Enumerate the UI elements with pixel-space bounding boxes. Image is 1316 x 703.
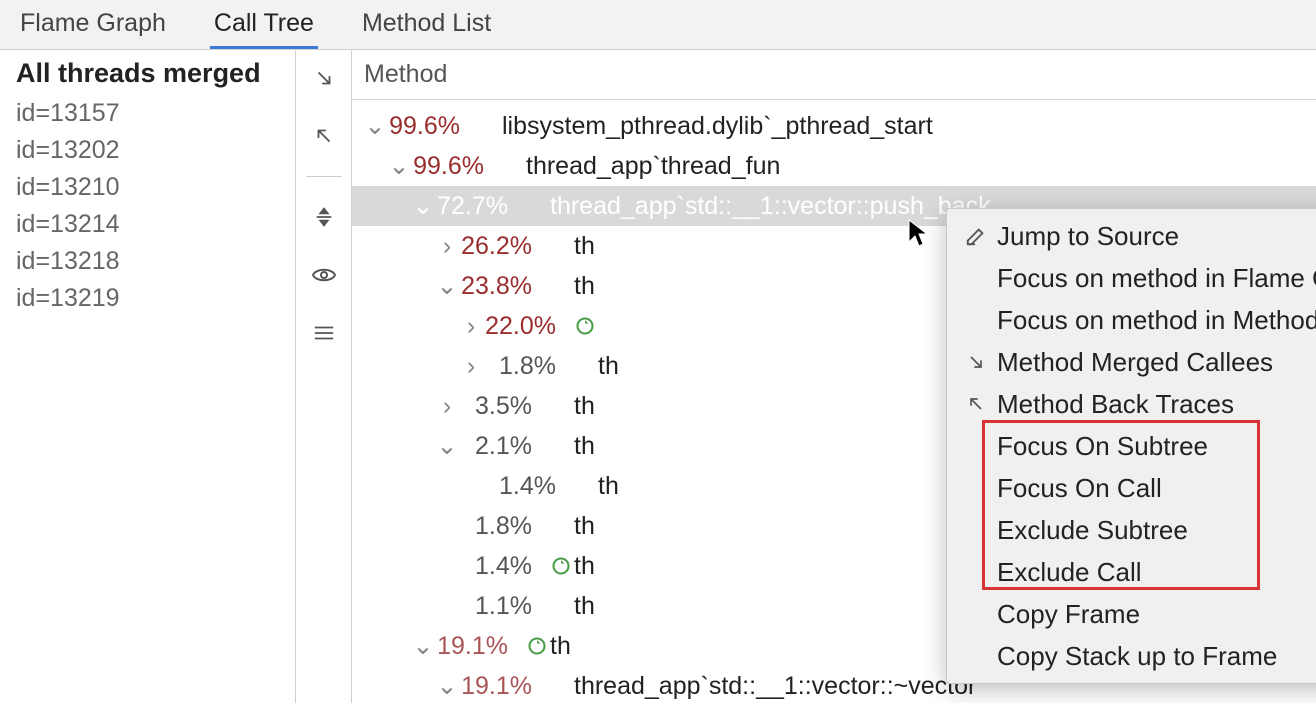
recursive-icon (524, 636, 550, 656)
menu-item-label: Method Back Traces (997, 389, 1316, 420)
method-name: thread_app`thread_fun (526, 152, 780, 181)
menu-focus-method-list[interactable]: Focus on method in Method List (947, 299, 1316, 341)
call-tree-area: Method ⌄99.6%libsystem_pthread.dylib`_pt… (352, 50, 1316, 703)
eye-icon[interactable] (306, 257, 342, 293)
collapse-vertical-icon[interactable] (306, 199, 342, 235)
menu-item-label: Exclude Subtree (997, 515, 1316, 546)
arrow-down-right-icon[interactable] (306, 60, 342, 96)
menu-copy-stack[interactable]: Copy Stack up to Frame (947, 635, 1316, 677)
thread-item[interactable]: id=13219 (16, 280, 295, 317)
chevron-right-icon[interactable]: › (460, 352, 482, 381)
arrow-up-left-icon[interactable] (306, 118, 342, 154)
menu-item-label: Exclude Call (997, 557, 1316, 588)
tree-row[interactable]: ⌄99.6% thread_app`thread_fun (352, 146, 1316, 186)
profiler-tabs: Flame Graph Call Tree Method List (0, 0, 1316, 50)
menu-item-label: Jump to Source (997, 221, 1316, 252)
percent-value: 1.1% (458, 592, 548, 621)
hamburger-icon[interactable] (306, 315, 342, 351)
edit-icon (961, 225, 991, 247)
method-name: th (574, 272, 595, 301)
menu-item-label: Method Merged Callees (997, 347, 1316, 378)
menu-exclude-call[interactable]: Exclude Call (947, 551, 1316, 593)
chevron-down-icon[interactable]: ⌄ (436, 431, 458, 461)
menu-item-label: Focus on method in Flame Graph (997, 263, 1316, 294)
percent-value: 2.1% (458, 432, 548, 461)
chevron-down-icon[interactable]: ⌄ (412, 631, 434, 661)
menu-jump-to-source[interactable]: Jump to Source ⌘↓ (947, 215, 1316, 257)
method-name: th (574, 432, 595, 461)
thread-item[interactable]: id=13214 (16, 206, 295, 243)
percent-value: 1.4% (482, 472, 572, 501)
chevron-right-icon[interactable]: › (436, 232, 458, 261)
tree-header-method[interactable]: Method (352, 50, 1316, 100)
threads-sidebar: All threads merged id=13157 id=13202 id=… (0, 50, 296, 703)
method-name: th (574, 552, 595, 581)
tab-flame-graph[interactable]: Flame Graph (16, 0, 170, 49)
menu-item-label: Focus On Call (997, 473, 1316, 504)
chevron-right-icon[interactable]: › (436, 392, 458, 421)
method-name: th (574, 232, 595, 261)
recursive-icon (548, 556, 574, 576)
percent-value: 26.2% (458, 232, 548, 261)
method-name: thread_app`std::__1::vector::~vector (574, 672, 976, 701)
chevron-down-icon[interactable]: ⌄ (436, 271, 458, 301)
menu-copy-frame[interactable]: Copy Frame ⌘C (947, 593, 1316, 635)
menu-exclude-subtree[interactable]: Exclude Subtree (947, 509, 1316, 551)
method-name: th (550, 632, 571, 661)
method-name: th (574, 392, 595, 421)
menu-item-label: Focus on method in Method List (997, 305, 1316, 336)
menu-merged-callees[interactable]: Method Merged Callees (947, 341, 1316, 383)
percent-value: 1.8% (482, 352, 572, 381)
arrow-up-left-icon (961, 394, 991, 414)
percent-value: 1.8% (458, 512, 548, 541)
percent-value: 1.4% (458, 552, 548, 581)
thread-item[interactable]: id=13218 (16, 243, 295, 280)
sidebar-title: All threads merged (16, 58, 295, 89)
method-name: libsystem_pthread.dylib`_pthread_start (502, 112, 933, 141)
chevron-down-icon[interactable]: ⌄ (388, 151, 410, 181)
arrow-down-right-icon (961, 352, 991, 372)
menu-focus-flame-graph[interactable]: Focus on method in Flame Graph (947, 257, 1316, 299)
method-name: th (598, 472, 619, 501)
percent-value: 22.0% (482, 312, 572, 341)
tab-call-tree[interactable]: Call Tree (210, 0, 318, 49)
menu-item-label: Copy Stack up to Frame (997, 641, 1316, 672)
method-name: th (598, 352, 619, 381)
percent-value: 19.1% (458, 672, 548, 701)
method-name: thread_app`std::__1::vector::push_back (550, 192, 991, 221)
chevron-right-icon[interactable]: › (460, 312, 482, 341)
chevron-down-icon[interactable]: ⌄ (436, 671, 458, 701)
menu-item-label: Copy Frame (997, 599, 1316, 630)
percent-value: 23.8% (458, 272, 548, 301)
percent-value: 72.7% (434, 192, 524, 221)
menu-back-traces[interactable]: Method Back Traces (947, 383, 1316, 425)
context-menu: Jump to Source ⌘↓ Focus on method in Fla… (946, 208, 1316, 684)
menu-focus-subtree[interactable]: Focus On Subtree (947, 425, 1316, 467)
chevron-down-icon[interactable]: ⌄ (412, 191, 434, 221)
thread-item[interactable]: id=13210 (16, 169, 295, 206)
percent-value: 3.5% (458, 392, 548, 421)
menu-focus-call[interactable]: Focus On Call (947, 467, 1316, 509)
thread-item[interactable]: id=13202 (16, 132, 295, 169)
method-name: th (574, 592, 595, 621)
thread-item[interactable]: id=13157 (16, 95, 295, 132)
method-name: th (574, 512, 595, 541)
percent-value: 99.6% (386, 112, 476, 141)
tree-toolstrip (296, 50, 352, 703)
recursive-icon (572, 316, 598, 336)
percent-value: 99.6% (410, 152, 500, 181)
tree-row[interactable]: ⌄99.6% libsystem_pthread.dylib`_pthread_s… (352, 106, 1316, 146)
percent-value: 19.1% (434, 632, 524, 661)
menu-item-label: Focus On Subtree (997, 431, 1316, 462)
tab-method-list[interactable]: Method List (358, 0, 495, 49)
chevron-down-icon[interactable]: ⌄ (364, 111, 386, 141)
